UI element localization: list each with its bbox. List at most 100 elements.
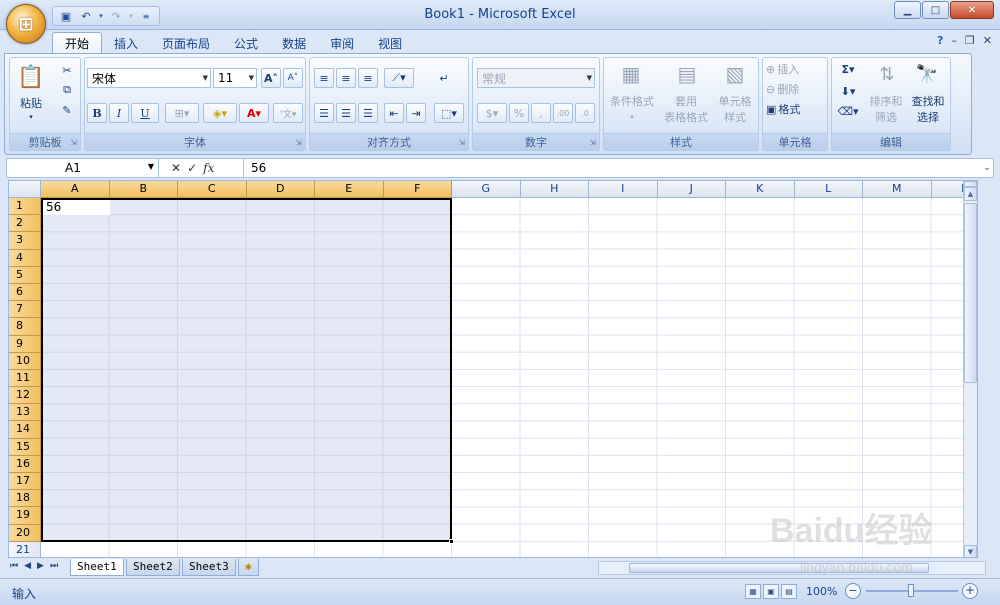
increase-decimal-icon[interactable]: .00 <box>553 103 573 123</box>
office-button[interactable]: ⊞ <box>6 4 46 44</box>
currency-icon[interactable]: $▾ <box>477 103 507 123</box>
row-header-11[interactable]: 11 <box>9 369 41 388</box>
row-header-16[interactable]: 16 <box>9 455 41 473</box>
redo-icon[interactable]: ↷ <box>108 8 124 24</box>
tab-home[interactable]: 开始 <box>52 32 103 54</box>
minimize-button[interactable]: ▁ <box>894 1 921 19</box>
paste-dropdown-icon[interactable]: ▾ <box>24 110 38 125</box>
font-size-combo[interactable]: 11 ▼ <box>213 68 257 88</box>
name-box[interactable]: A1 ▼ <box>7 159 159 177</box>
column-header-e[interactable]: E <box>315 181 384 198</box>
clipboard-launcher-icon[interactable]: ⇲ <box>70 138 77 147</box>
vertical-scroll-thumb[interactable] <box>964 203 977 383</box>
fill-handle[interactable] <box>449 539 454 544</box>
horizontal-scroll-thumb[interactable] <box>629 563 929 573</box>
conditional-format-label[interactable]: 条件格式 <box>606 94 658 109</box>
zoom-out-icon[interactable]: − <box>845 583 861 599</box>
column-header-i[interactable]: I <box>589 181 658 198</box>
align-bottom-icon[interactable]: ≡ <box>358 68 378 88</box>
find-select-icon[interactable]: 🔭 <box>912 60 942 88</box>
row-header-15[interactable]: 15 <box>9 438 41 456</box>
font-name-dropdown-icon[interactable]: ▼ <box>203 74 208 82</box>
page-layout-view-icon[interactable]: ▣ <box>763 584 779 599</box>
autosum-icon[interactable]: Σ▾ <box>834 60 862 78</box>
orientation-icon[interactable]: ⟋▾ <box>384 68 414 88</box>
undo-dropdown-icon[interactable]: ▾ <box>98 8 104 24</box>
sort-filter-icon[interactable]: ⇅ <box>872 60 902 88</box>
tab-formulas[interactable]: 公式 <box>222 32 270 54</box>
paste-icon[interactable]: 📋 <box>14 62 48 92</box>
format-as-table-label1[interactable]: 套用 <box>660 94 712 109</box>
column-header-a[interactable]: A <box>41 181 110 198</box>
row-header-5[interactable]: 5 <box>9 266 41 284</box>
sheet-tab-1[interactable]: Sheet1 <box>70 559 124 576</box>
workbook-restore-icon[interactable]: ❐ <box>965 34 975 47</box>
copy-icon[interactable]: ⧉ <box>58 82 76 98</box>
format-as-table-icon[interactable]: ▤ <box>674 60 700 88</box>
grow-font-icon[interactable]: A˄ <box>261 68 281 88</box>
zoom-slider-knob[interactable] <box>908 584 914 597</box>
row-header-4[interactable]: 4 <box>9 249 41 267</box>
column-header-l[interactable]: L <box>794 181 863 198</box>
column-header-h[interactable]: H <box>520 181 589 198</box>
cell-styles-icon[interactable]: ▧ <box>722 60 748 88</box>
selected-range[interactable] <box>41 198 452 542</box>
align-middle-icon[interactable]: ≡ <box>336 68 356 88</box>
tab-view[interactable]: 视图 <box>366 32 414 54</box>
fill-icon[interactable]: ⬇▾ <box>834 82 862 100</box>
customize-qat-icon[interactable]: ≡ <box>138 8 154 24</box>
help-icon[interactable]: ? <box>937 34 943 47</box>
increase-indent-icon[interactable]: ⇥ <box>406 103 426 123</box>
find-select-label2[interactable]: 选择 <box>906 110 950 125</box>
row-header-13[interactable]: 13 <box>9 404 41 422</box>
font-color-icon[interactable]: A▾ <box>239 103 269 123</box>
decrease-indent-icon[interactable]: ⇤ <box>384 103 404 123</box>
row-header-21[interactable]: 21 <box>9 541 41 557</box>
find-select-label1[interactable]: 查找和 <box>906 94 950 109</box>
horizontal-scrollbar[interactable] <box>598 561 986 575</box>
format-painter-icon[interactable]: ✎ <box>58 102 76 118</box>
row-header-19[interactable]: 19 <box>9 507 41 525</box>
first-sheet-icon[interactable]: ⏮ <box>10 561 18 571</box>
italic-button[interactable]: I <box>109 103 129 123</box>
sort-filter-label2[interactable]: 筛选 <box>864 110 908 125</box>
insert-cells-button[interactable]: ⊕ 插入 <box>765 60 825 78</box>
align-right-icon[interactable]: ☰ <box>358 103 378 123</box>
format-cells-button[interactable]: ▣ 格式 <box>765 100 825 118</box>
row-header-17[interactable]: 17 <box>9 473 41 491</box>
formula-input[interactable]: 56 <box>243 159 983 177</box>
tab-insert[interactable]: 插入 <box>102 32 150 54</box>
tab-data[interactable]: 数据 <box>270 32 318 54</box>
column-header-c[interactable]: C <box>178 181 247 198</box>
sheet-tab-2[interactable]: Sheet2 <box>126 559 180 576</box>
row-header-2[interactable]: 2 <box>9 215 41 233</box>
sort-filter-label1[interactable]: 排序和 <box>864 94 908 109</box>
wrap-text-icon[interactable]: ↵ <box>434 68 454 88</box>
cell-styles-label2[interactable]: 样式 <box>712 110 758 125</box>
column-header-f[interactable]: F <box>383 181 452 198</box>
number-format-dropdown-icon[interactable]: ▼ <box>587 74 592 82</box>
workbook-minimize-icon[interactable]: – <box>951 34 957 47</box>
vertical-scrollbar[interactable]: ▲ ▼ <box>963 181 977 557</box>
cut-icon[interactable]: ✂ <box>58 62 76 78</box>
align-center-icon[interactable]: ☰ <box>336 103 356 123</box>
align-top-icon[interactable]: ≡ <box>314 68 334 88</box>
workbook-close-icon[interactable]: ✕ <box>983 34 992 47</box>
bold-button[interactable]: B <box>87 103 107 123</box>
borders-icon[interactable]: ⊞▾ <box>165 103 199 123</box>
column-header-j[interactable]: J <box>657 181 726 198</box>
undo-icon[interactable]: ↶ <box>78 8 94 24</box>
number-format-combo[interactable]: 常规 ▼ <box>477 68 595 88</box>
comma-icon[interactable]: , <box>531 103 551 123</box>
row-header-18[interactable]: 18 <box>9 490 41 508</box>
normal-view-icon[interactable]: ▦ <box>745 584 761 599</box>
insert-function-icon[interactable]: fx <box>203 161 214 175</box>
close-button[interactable]: ✕ <box>950 1 994 19</box>
shrink-font-icon[interactable]: A˅ <box>283 68 303 88</box>
row-header-9[interactable]: 9 <box>9 335 41 353</box>
phonetic-icon[interactable]: ꜛ文▾ <box>273 103 303 123</box>
row-header-3[interactable]: 3 <box>9 232 41 250</box>
percent-icon[interactable]: % <box>509 103 529 123</box>
expand-formula-bar-icon[interactable]: ⌄ <box>981 159 993 177</box>
font-size-dropdown-icon[interactable]: ▼ <box>249 74 254 82</box>
